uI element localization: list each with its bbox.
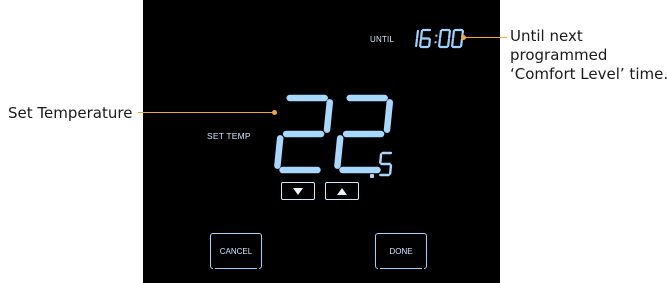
segment-b [383,99,394,133]
done-button[interactable]: DONE [375,233,427,273]
segment-c [388,164,393,175]
segment-e [438,38,441,48]
until-callout-line-1: Until next [510,27,583,45]
colon-dot [435,34,438,37]
segment-e [451,38,454,48]
segment-b [416,29,420,39]
temperature-down-button[interactable] [281,182,315,200]
until-callout-line-2: programmed [510,46,608,64]
segment-b [323,99,334,133]
segment-c [415,38,418,48]
colon-dot [434,41,437,44]
done-button-label: DONE [389,246,413,256]
until-callout: Until next programmed ‘Comfort Level’ ti… [510,27,668,84]
segment-f [420,29,424,39]
triangle-down-icon [293,187,303,195]
segment-c [460,38,463,48]
segment-e [274,135,284,169]
cancel-button-label: CANCEL [219,246,253,256]
set-temp-label: SET TEMP [207,131,251,141]
segment-f [379,153,383,164]
segment-b [448,29,452,39]
segment-f [439,29,443,39]
until-callout-line-3: ‘Comfort Level’ time. [510,65,668,83]
until-leader-line [463,37,507,38]
segment-c [428,38,431,48]
segment-f [452,29,456,39]
set-temperature-callout: Set Temperature [8,104,133,122]
temperature-decimal-digit [379,151,393,177]
thermostat-screen: UNTIL SET TEMP CANCEL DONE [143,0,500,283]
decimal-point [370,174,374,178]
cancel-button[interactable]: CANCEL [210,233,262,273]
segment-e [334,135,344,169]
set-temperature-leader-dot [272,110,277,115]
until-time-display [415,28,465,49]
until-leader-dot [461,35,466,40]
set-temperature-leader-line [138,112,272,113]
triangle-up-icon [337,187,347,195]
segment-e [419,38,422,48]
until-label: UNTIL [370,35,395,44]
temperature-up-button[interactable] [325,182,359,200]
segment-c [447,38,450,48]
